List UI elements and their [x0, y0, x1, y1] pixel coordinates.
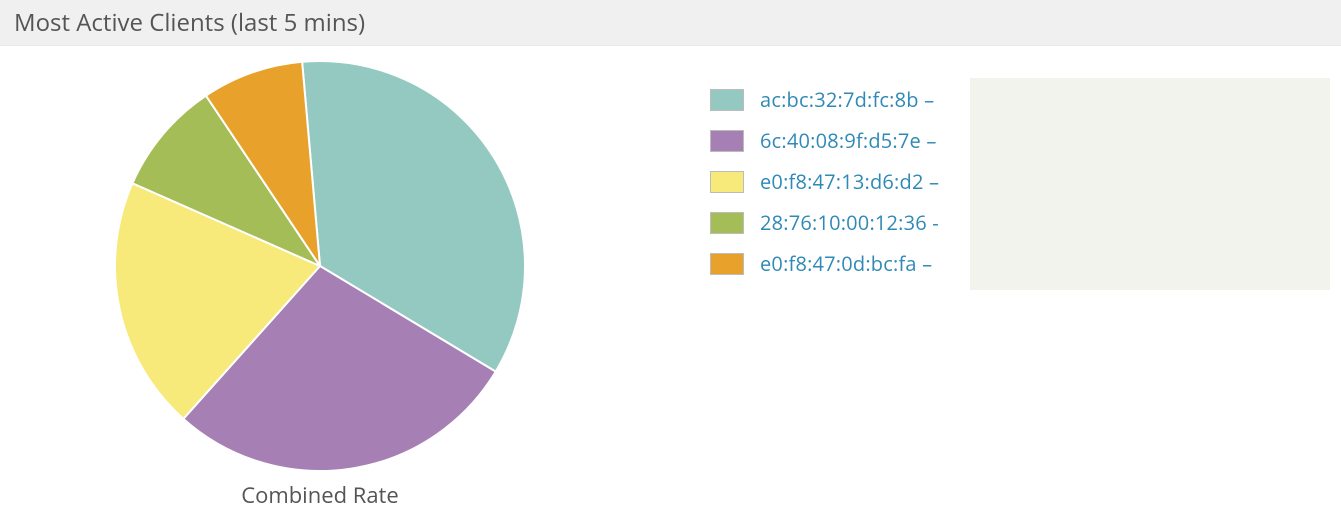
legend-swatch: [710, 212, 744, 234]
legend-item[interactable]: e0:f8:47:13:d6:d2 –: [710, 168, 939, 195]
chart-caption: Combined Rate: [241, 480, 399, 510]
legend-label[interactable]: e0:f8:47:0d:bc:fa –: [760, 250, 932, 277]
legend-label[interactable]: e0:f8:47:13:d6:d2 –: [760, 168, 939, 195]
legend-background: [970, 78, 1330, 290]
legend-label[interactable]: 6c:40:08:9f:d5:7e –: [760, 127, 937, 154]
legend-swatch: [710, 171, 744, 193]
legend-item[interactable]: 28:76:10:00:12:36 -: [710, 209, 939, 236]
legend-item[interactable]: ac:bc:32:7d:fc:8b –: [710, 86, 939, 113]
chart-column: Combined Rate: [0, 56, 560, 510]
legend-item[interactable]: 6c:40:08:9f:d5:7e –: [710, 127, 939, 154]
panel-title: Most Active Clients (last 5 mins): [0, 0, 1341, 46]
legend-label[interactable]: 28:76:10:00:12:36 -: [760, 209, 939, 236]
legend-swatch: [710, 253, 744, 275]
panel-body: Combined Rate ac:bc:32:7d:fc:8b – 6c:40:0…: [0, 46, 1341, 510]
legend-swatch: [710, 130, 744, 152]
legend-list: ac:bc:32:7d:fc:8b – 6c:40:08:9f:d5:7e – e0…: [710, 86, 939, 277]
pie-chart: [110, 56, 530, 476]
active-clients-panel: Most Active Clients (last 5 mins) Combin…: [0, 0, 1341, 510]
legend-label[interactable]: ac:bc:32:7d:fc:8b –: [760, 86, 934, 113]
legend-column: ac:bc:32:7d:fc:8b – 6c:40:08:9f:d5:7e – e0…: [560, 56, 939, 277]
legend-swatch: [710, 89, 744, 111]
legend-item[interactable]: e0:f8:47:0d:bc:fa –: [710, 250, 939, 277]
